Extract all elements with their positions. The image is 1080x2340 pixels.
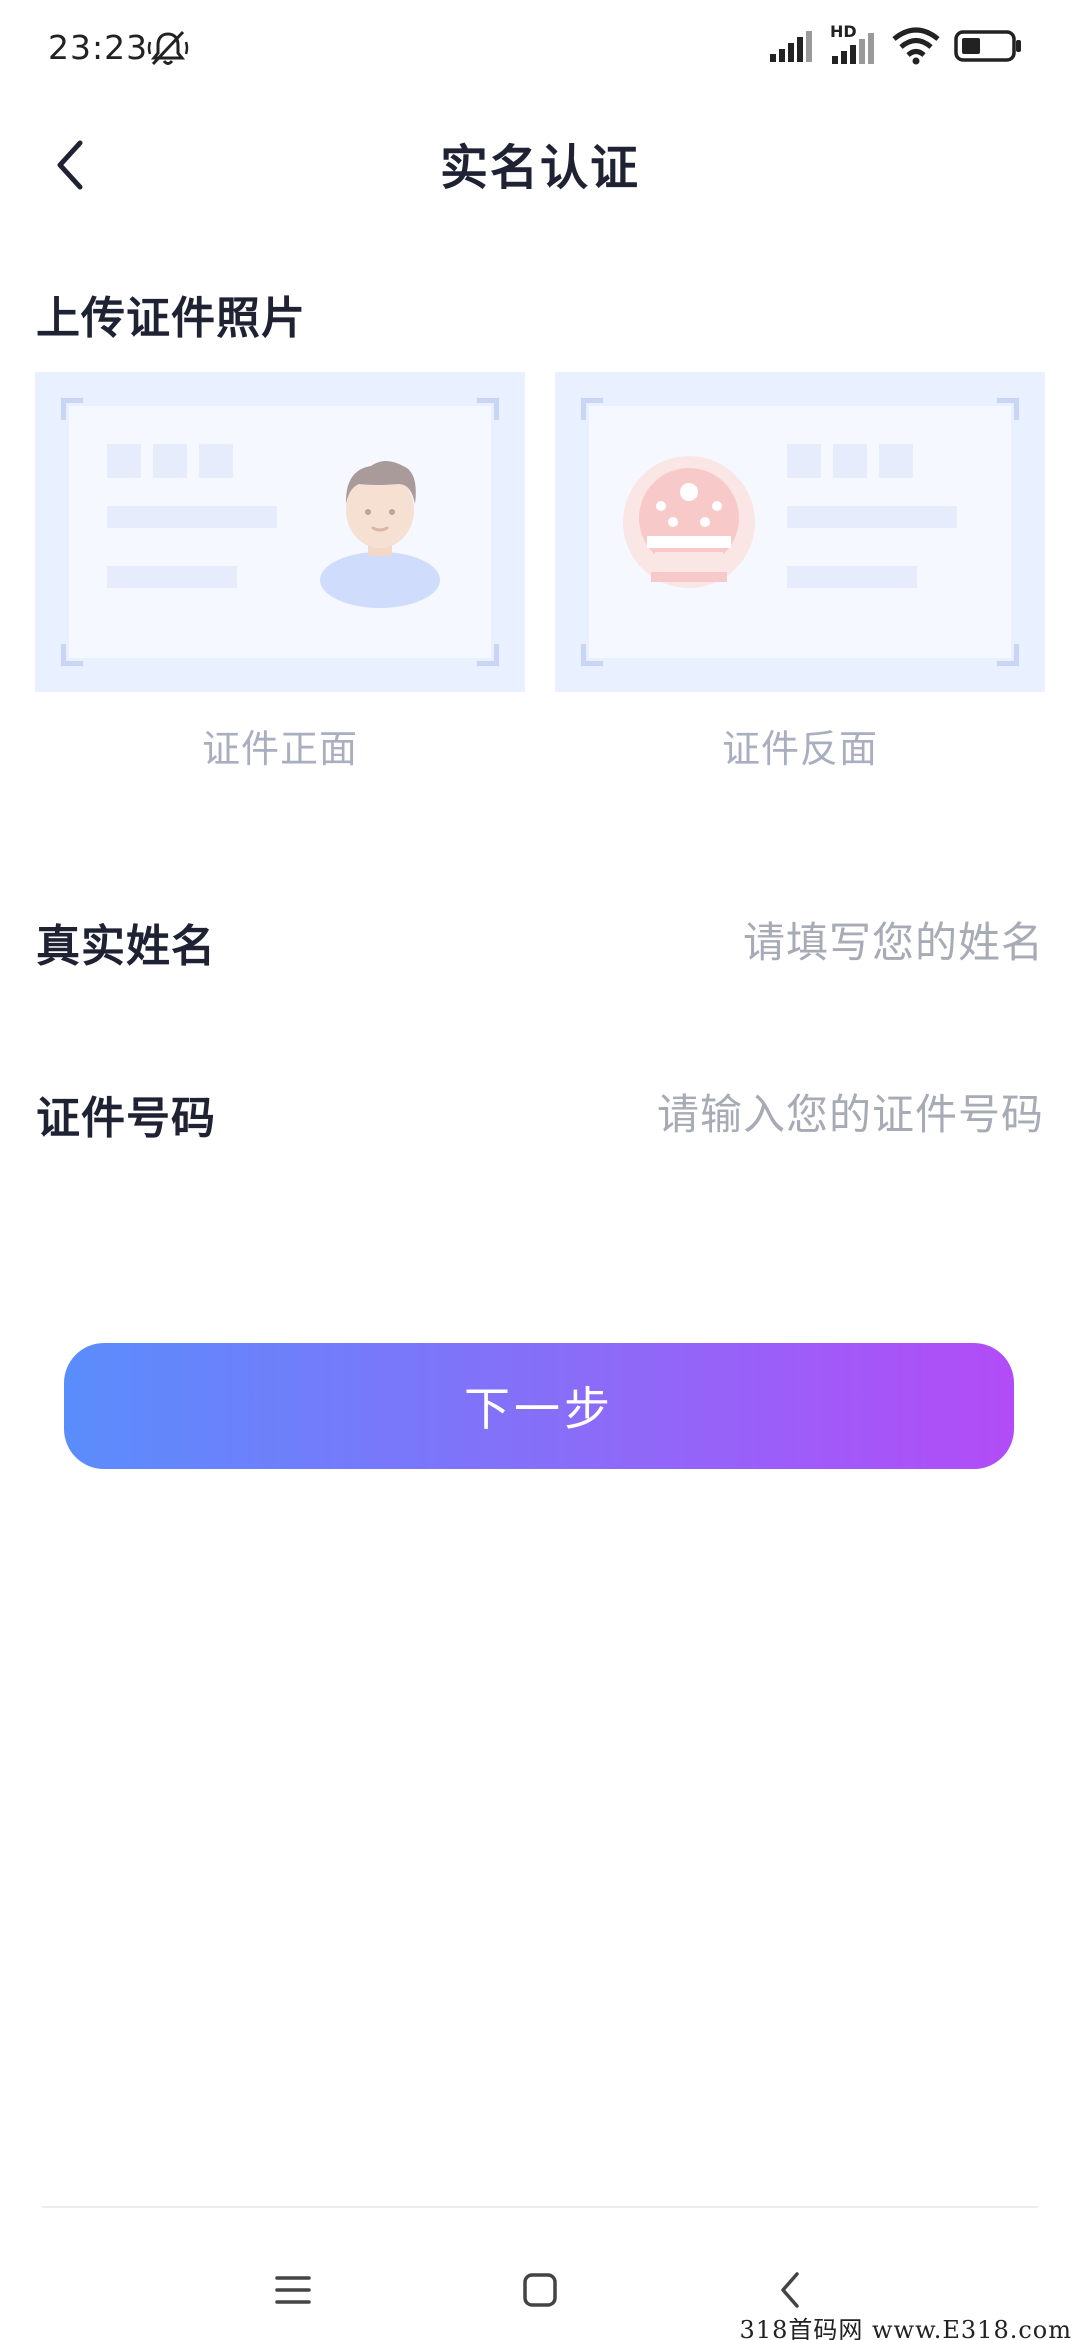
placeholder-block bbox=[787, 444, 821, 478]
status-icons: HD bbox=[768, 22, 1024, 66]
signal-hd-icon: HD bbox=[830, 22, 878, 66]
nav-divider bbox=[42, 2206, 1038, 2208]
id-card-front-upload[interactable] bbox=[35, 372, 525, 692]
placeholder-block bbox=[879, 444, 913, 478]
page-title: 实名认证 bbox=[439, 140, 640, 196]
placeholder-block bbox=[107, 444, 141, 478]
placeholder-block bbox=[833, 444, 867, 478]
placeholder-line bbox=[787, 566, 917, 588]
frame-corner bbox=[61, 398, 83, 420]
wifi-icon bbox=[892, 27, 940, 65]
status-time: 23:23 bbox=[48, 28, 149, 67]
id-card-back-upload[interactable] bbox=[555, 372, 1045, 692]
placeholder-block bbox=[153, 444, 187, 478]
battery-icon bbox=[954, 30, 1021, 62]
mute-icon bbox=[147, 30, 189, 66]
frame-corner bbox=[581, 644, 603, 666]
placeholder-block bbox=[199, 444, 233, 478]
menu-icon bbox=[275, 2276, 311, 2304]
frame-corner bbox=[581, 398, 603, 420]
frame-corner bbox=[997, 398, 1019, 420]
id-card-back-frame bbox=[589, 406, 1011, 658]
name-row: 真实姓名 bbox=[36, 902, 1044, 982]
placeholder-line bbox=[107, 506, 277, 528]
person-portrait-icon bbox=[320, 461, 440, 608]
name-input[interactable] bbox=[424, 917, 1044, 967]
frame-corner bbox=[61, 644, 83, 666]
placeholder-line bbox=[787, 506, 957, 528]
nav-home-button[interactable] bbox=[500, 2250, 580, 2330]
watermark: 318首码网 www.E318.com bbox=[739, 2316, 1072, 2340]
nav-menu-button[interactable] bbox=[253, 2250, 333, 2330]
id-number-label: 证件号码 bbox=[36, 1093, 216, 1144]
name-label: 真实姓名 bbox=[36, 921, 216, 972]
next-button[interactable]: 下一步 bbox=[64, 1343, 1014, 1469]
home-icon bbox=[523, 2273, 557, 2307]
id-card-front-caption: 证件正面 bbox=[201, 727, 358, 771]
placeholder-line bbox=[107, 566, 237, 588]
frame-corner bbox=[997, 644, 1019, 666]
frame-corner bbox=[477, 398, 499, 420]
frame-corner bbox=[477, 644, 499, 666]
id-number-row: 证件号码 bbox=[36, 1074, 1044, 1154]
id-card-front-frame bbox=[69, 406, 491, 658]
status-bar: 23:23 HD bbox=[0, 0, 1080, 100]
back-icon bbox=[781, 2272, 799, 2308]
national-emblem-icon bbox=[623, 456, 755, 588]
signal-icon bbox=[770, 31, 812, 62]
id-number-input[interactable] bbox=[424, 1089, 1044, 1139]
upload-section-title: 上传证件照片 bbox=[36, 293, 306, 344]
id-card-back-caption: 证件反面 bbox=[721, 727, 878, 771]
